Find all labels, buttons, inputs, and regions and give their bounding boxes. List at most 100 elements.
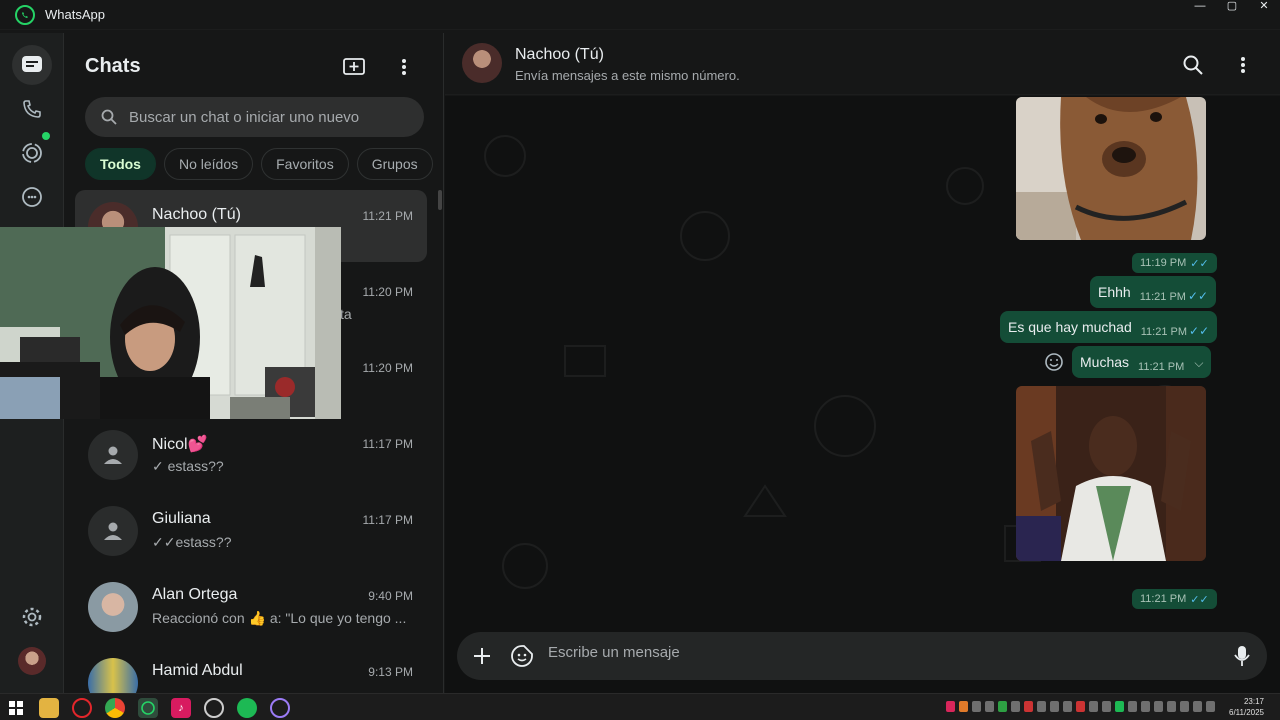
tray-icon[interactable] [1063,701,1072,712]
filter-no-leidos[interactable]: No leídos [163,148,254,180]
meta-ai-icon [22,187,42,207]
image-message-man[interactable] [1016,386,1206,561]
chat-item-giuliana[interactable]: Giuliana 11:17 PM ✓✓estass?? [75,494,427,566]
search-bar [85,97,424,137]
chat-name: Giuliana [152,510,211,527]
tray-icon[interactable] [1128,701,1137,712]
windows-start-button[interactable] [6,698,26,718]
tray-icon[interactable] [959,701,968,712]
status-icon [22,143,42,163]
react-emoji-button[interactable] [1044,352,1064,372]
voice-message-button[interactable] [1228,642,1256,670]
rail-calls-button[interactable] [12,89,52,129]
image-message-dog[interactable] [1016,97,1206,240]
close-button[interactable]: ✕ [1248,0,1280,14]
tray-icon[interactable] [1037,701,1046,712]
filter-grupos[interactable]: Grupos [356,148,433,180]
chat-name: Nachoo (Tú) [152,206,241,223]
chat-item-alan-ortega[interactable]: Alan Ortega 9:40 PM Reaccionó con 👍 a: "… [75,570,427,642]
maximize-button[interactable]: ▢ [1216,0,1248,14]
chat-time: 11:20 PM [362,285,413,299]
rail-profile-button[interactable] [12,641,52,681]
chat-name: Nicol💕 [152,436,208,453]
message-bubble[interactable]: Es que hay muchad 11:21 PM ✓✓ [1000,311,1218,343]
default-avatar-icon [88,506,138,556]
chat-time: 11:20 PM [362,361,413,375]
microphone-icon [1234,646,1250,666]
tray-icon[interactable] [985,701,994,712]
windows-icon [9,701,23,715]
chat-name: Alan Ortega [152,586,238,603]
tray-icon[interactable] [1180,701,1189,712]
chat-list-scrollbar[interactable] [438,190,442,210]
os-taskbar: ♪ 23:17 6/11/2025 [0,693,1280,720]
tray-icon[interactable] [1141,701,1150,712]
message-time: 11:19 PM [1140,257,1187,269]
tray-icon[interactable] [1206,701,1215,712]
system-clock[interactable]: 23:17 6/11/2025 [1229,696,1264,718]
search-icon [101,109,117,125]
sidebar-menu-button[interactable] [390,53,418,81]
chevron-down-icon[interactable]: ⌵ [1194,356,1203,371]
window-controls: — ▢ ✕ [1184,0,1280,14]
chat-item-hamid-abdul[interactable]: Hamid Abdul 9:13 PM [75,646,427,693]
image-timestamp: 11:19 PM ✓✓ [1132,253,1217,273]
tray-icon[interactable] [1115,701,1124,712]
tray-icon[interactable] [1024,701,1033,712]
message-text: Ehhh [1098,284,1131,300]
new-chat-button[interactable] [340,53,368,81]
github-icon[interactable] [204,698,224,718]
filter-chips: Todos No leídos Favoritos Grupos [85,148,433,180]
minimize-button[interactable]: — [1184,0,1216,14]
message-input[interactable] [548,644,1188,661]
opera-icon[interactable] [72,698,92,718]
tray-icon[interactable] [1011,701,1020,712]
tray-icon[interactable] [946,701,955,712]
chat-preview: ta [340,306,352,322]
search-input[interactable] [129,108,409,126]
spotify-icon[interactable] [237,698,257,718]
chat-avatar [88,582,138,632]
conversation-panel[interactable]: 11:19 PM ✓✓ Ehhh 11:21 PM ✓✓ Es que hay … [445,96,1280,693]
chat-item-nicol[interactable]: Nicol💕 11:17 PM ✓ estass?? [75,418,427,490]
tray-icon[interactable] [1167,701,1176,712]
default-avatar-icon [88,430,138,480]
chrome-icon[interactable] [105,698,125,718]
tray-icon[interactable] [1076,701,1085,712]
filter-favoritos[interactable]: Favoritos [261,148,349,180]
rail-chats-button[interactable] [12,45,52,85]
tray-icon[interactable] [1154,701,1163,712]
tiktok-icon[interactable]: ♪ [171,698,191,718]
contact-name[interactable]: Nachoo (Tú) [515,46,604,64]
whatsapp-taskbar-icon[interactable] [138,698,158,718]
double-check-icon: ✓✓ [1187,289,1209,303]
tray-icon[interactable] [1050,701,1059,712]
tray-icon[interactable] [1102,701,1111,712]
image-timestamp: 11:21 PM ✓✓ [1132,589,1217,609]
rail-meta-ai-button[interactable] [12,177,52,217]
tray-icon[interactable] [1193,701,1202,712]
new-chat-icon [343,58,365,75]
app-circle-icon[interactable] [270,698,290,718]
tray-icon[interactable] [998,701,1007,712]
chat-search-button[interactable] [1179,51,1207,79]
sticker-button[interactable] [508,642,536,670]
file-explorer-icon[interactable] [39,698,59,718]
message-bubble[interactable]: Ehhh 11:21 PM ✓✓ [1090,276,1217,308]
rail-settings-button[interactable] [12,597,52,637]
contact-avatar[interactable] [462,43,502,83]
webcam-image [0,227,341,419]
double-check-icon: ✓✓ [1189,324,1210,338]
message-bubble[interactable]: Muchas 11:21 PM ⌵ [1072,346,1212,378]
more-vertical-icon [402,59,406,75]
chat-preview: ✓ estass?? [152,458,224,474]
tray-icon[interactable] [1089,701,1098,712]
message-text: Es que hay muchad [1008,319,1132,335]
attach-button[interactable] [468,642,496,670]
chat-header: Nachoo (Tú) Envía mensajes a este mismo … [445,33,1280,95]
filter-todos[interactable]: Todos [85,148,156,180]
message-time: 11:21 PM [1139,291,1186,303]
tray-icon[interactable] [972,701,981,712]
chat-menu-button[interactable] [1229,51,1257,79]
chat-time: 9:40 PM [368,589,413,603]
